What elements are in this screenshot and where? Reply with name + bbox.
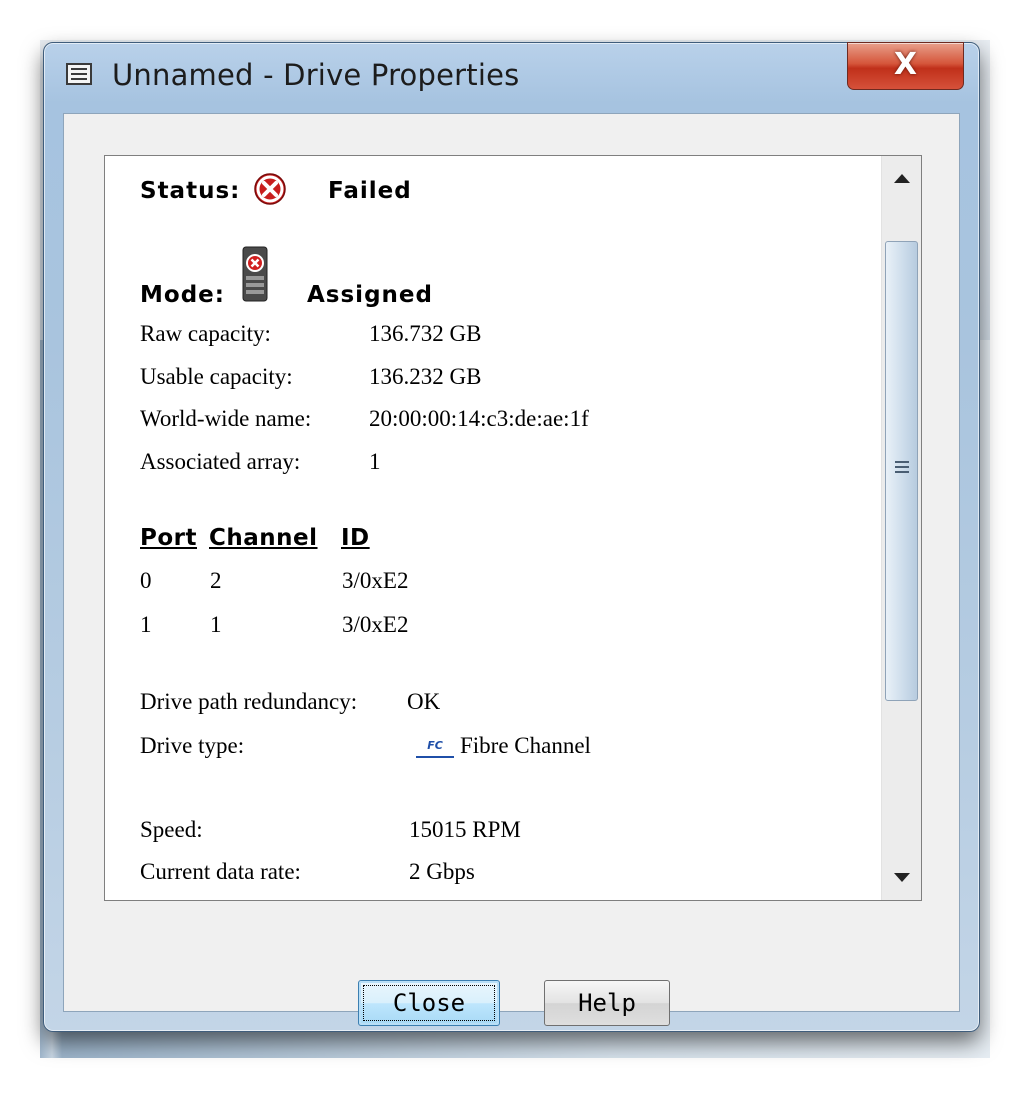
dialog-client-area: Status: Failed Mode: Assigned Raw capaci… [63,113,960,1026]
title-bar[interactable]: Unnamed - Drive Properties X [44,42,979,113]
grip-line [895,466,909,468]
vertical-scrollbar[interactable] [881,156,921,900]
failed-icon [254,173,286,205]
scroll-down-arrow-icon[interactable] [894,873,910,882]
grip-line [895,471,909,473]
data-rate-value: 2 Gbps [409,859,475,884]
data-rate-label: Current data rate: [140,859,301,884]
channel-cell: 1 [210,612,222,637]
drive-properties-dialog: Unnamed - Drive Properties X Status: Fai… [43,42,980,1032]
id-header: ID [341,525,370,551]
associated-array-value: 1 [369,449,381,474]
raw-capacity-value: 136.732 GB [369,321,482,346]
id-cell: 3/0xE2 [342,612,409,637]
port-cell: 0 [140,568,152,593]
port-header: Port [140,525,197,551]
grip-line [895,461,909,463]
scrollbar-thumb[interactable] [885,241,918,701]
scroll-up-arrow-icon[interactable] [894,174,910,183]
close-window-button[interactable]: X [847,42,964,90]
status-value: Failed [328,178,412,204]
speed-value: 15015 RPM [409,817,521,842]
status-label: Status: [140,178,241,204]
path-redundancy-label: Drive path redundancy: [140,689,358,714]
usable-capacity-value: 136.232 GB [369,364,482,389]
properties-panel[interactable]: Status: Failed Mode: Assigned Raw capaci… [104,155,922,901]
drive-failed-icon [242,246,268,302]
drive-type-label: Drive type: [140,733,245,758]
mode-label: Mode: [140,282,225,308]
mode-value: Assigned [307,282,433,308]
world-wide-name-value: 20:00:00:14:c3:de:ae:1f [369,406,589,431]
id-cell: 3/0xE2 [342,568,409,593]
raw-capacity-label: Raw capacity: [140,321,271,346]
close-icon: X [893,47,918,82]
window-title: Unnamed - Drive Properties [112,58,520,92]
associated-array-label: Associated array: [140,449,301,474]
speed-label: Speed: [140,817,203,842]
help-button-label: Help [578,989,636,1017]
world-wide-name-label: World-wide name: [140,406,312,431]
channel-header: Channel [209,525,318,551]
path-redundancy-value: OK [407,689,441,714]
close-button[interactable]: Close [358,980,500,1026]
port-cell: 1 [140,612,152,637]
fibre-channel-icon: FC [416,736,454,758]
properties-content: Status: Failed Mode: Assigned Raw capaci… [140,156,880,900]
channel-cell: 2 [210,568,222,593]
help-button[interactable]: Help [544,980,670,1026]
app-window-icon [66,63,92,85]
focus-ring [363,985,495,1021]
usable-capacity-label: Usable capacity: [140,364,293,389]
drive-type-value: Fibre Channel [460,733,591,758]
